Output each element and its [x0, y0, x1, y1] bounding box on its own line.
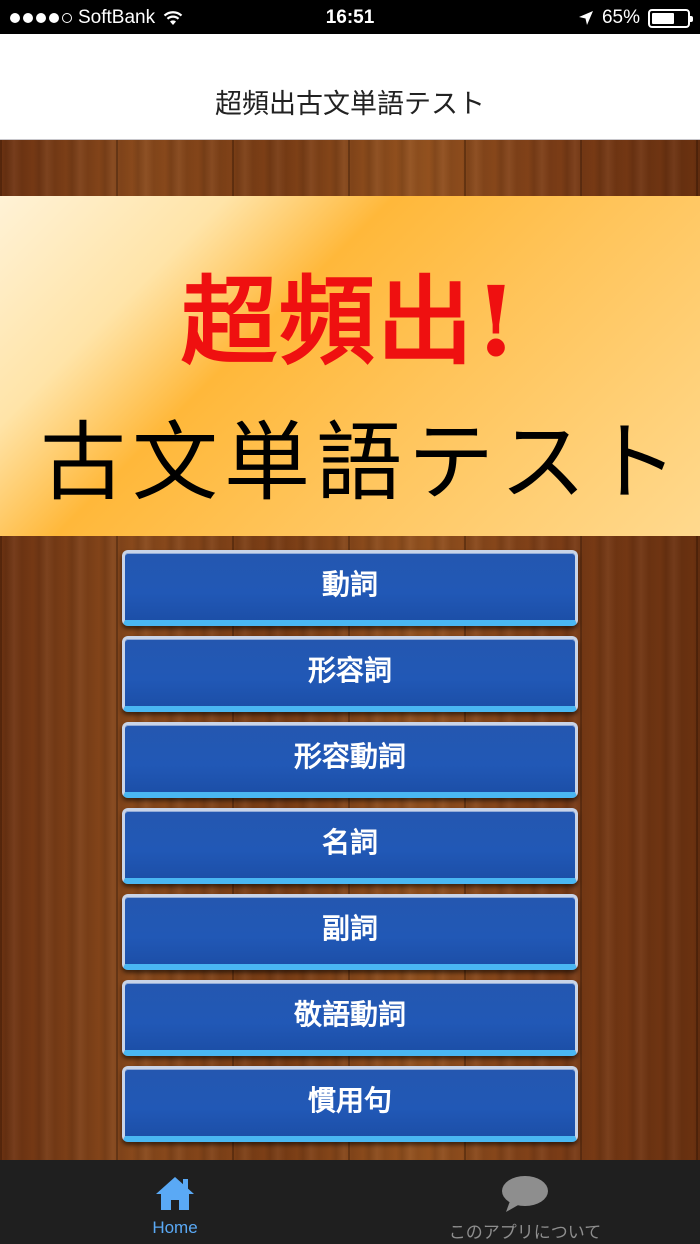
status-right: 65% [578, 7, 693, 29]
speech-bubble-icon [502, 1176, 548, 1212]
battery-fill [652, 12, 675, 24]
tab-bar: Home このアプリについて [0, 1160, 700, 1244]
battery-percent: 65% [601, 7, 640, 28]
category-button-adverbs[interactable]: 副詞 [122, 894, 578, 970]
location-arrow-icon [578, 11, 593, 25]
tab-home[interactable]: Home [0, 1160, 350, 1244]
category-button-idioms[interactable]: 慣用句 [122, 1066, 578, 1142]
navigation-bar: 超頻出古文単語テスト [0, 34, 700, 140]
title-banner: 超頻出! 古文単語テスト [0, 196, 700, 536]
category-button-adjectival-verbs[interactable]: 形容動詞 [122, 722, 578, 798]
page-title: 超頻出古文単語テスト [215, 89, 485, 120]
tab-about-label: このアプリについて [448, 1223, 602, 1242]
category-button-honorific-verbs[interactable]: 敬語動詞 [122, 980, 578, 1056]
category-button-nouns[interactable]: 名詞 [122, 808, 578, 884]
tab-home-label: Home [152, 1218, 198, 1237]
home-icon [156, 1177, 194, 1210]
category-button-adjectives[interactable]: 形容詞 [122, 636, 578, 712]
category-button-verbs[interactable]: 動詞 [122, 550, 578, 626]
status-bar: SoftBank 16:51 65% [0, 0, 700, 34]
battery-icon [648, 8, 693, 28]
category-menu: 動詞 形容詞 形容動詞 名詞 副詞 敬語動詞 慣用句 [122, 550, 578, 1152]
tab-about[interactable]: このアプリについて [350, 1160, 700, 1244]
banner-subtitle: 古文単語テスト [40, 413, 684, 513]
banner-headline: 超頻出! [180, 265, 520, 378]
